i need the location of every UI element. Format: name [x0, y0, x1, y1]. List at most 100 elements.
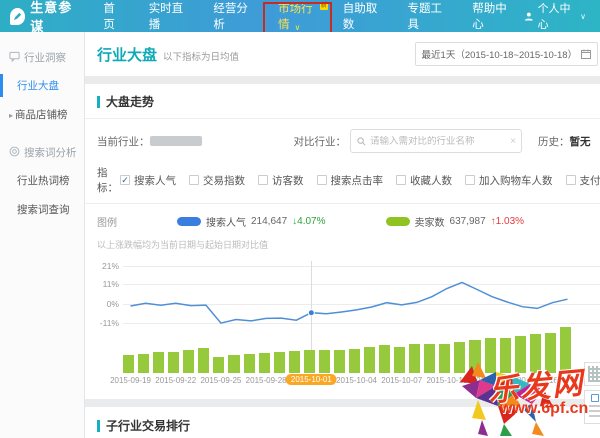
metric-checkbox-访客数[interactable]: 访客数	[258, 173, 304, 188]
legend-series-name: 卖家数	[415, 214, 445, 229]
bar	[244, 354, 255, 373]
feedback-icon	[591, 394, 599, 402]
bar	[198, 348, 209, 373]
user-center-menu[interactable]: 个人中心 ∨	[524, 0, 600, 32]
metric-label: 交易指数	[203, 173, 245, 188]
nav-item-5[interactable]: 自助取数	[330, 0, 395, 32]
trend-section: 大盘走势 当前行业： 对比行业： × 历史： 暂无	[85, 84, 600, 399]
top-navbar: 生意参谋 首页实时直播经营分析市场行情新∨自助取数专题工具帮助中心 个人中心 ∨	[0, 0, 600, 32]
selected-x-label[interactable]: 2015-10-01	[286, 374, 337, 385]
metrics-label: 指标：	[97, 165, 118, 195]
legend-series-value: 214,647	[251, 216, 287, 227]
search-icon	[357, 137, 366, 146]
metrics-row: 指标： ✓搜索人气 交易指数 访客数 搜索点击率收藏人数 加入购物车人数 支付金额较父类目…	[97, 165, 600, 195]
sidebar-item-行业大盘[interactable]: 行业大盘	[0, 71, 84, 100]
nav-menu: 首页实时直播经营分析市场行情新∨自助取数专题工具帮助中心	[90, 0, 524, 32]
search-popularity-line	[123, 257, 575, 333]
user-center-label: 个人中心	[538, 0, 577, 32]
bar	[379, 345, 390, 373]
chart-legend: 图例 搜索人气214,647↓4.07% 卖家数 637,987 ↑1.03%	[97, 214, 600, 229]
floating-qr-widget[interactable]	[584, 362, 600, 386]
metric-checkbox-搜索点击率[interactable]: 搜索点击率	[317, 173, 384, 188]
history-label: 历史：	[538, 134, 570, 149]
chart-note: 以上涨跌幅均为当前日期与起始日期对比值	[97, 238, 600, 251]
metric-label: 访客数	[272, 173, 304, 188]
metric-label: 搜索人气	[134, 173, 176, 188]
new-badge: 新	[320, 3, 328, 10]
legend-series-value: 637,987	[450, 216, 486, 227]
checkbox-icon	[396, 175, 406, 185]
trend-chart[interactable]: 21%11%0%-11%2015-09-192015-09-222015-09-…	[97, 257, 600, 391]
metric-checkbox-搜索人气[interactable]: ✓搜索人气	[120, 173, 176, 188]
chevron-down-icon: ∨	[295, 24, 301, 32]
bar	[259, 353, 270, 373]
legend-item-搜索人气: 搜索人气214,647↓4.07%	[177, 214, 326, 229]
bar	[228, 355, 239, 373]
nav-item-label: 实时直播	[149, 0, 188, 32]
expand-arrow-icon: ▸	[9, 111, 13, 120]
y-axis-tick: 21%	[97, 261, 119, 271]
bar	[183, 350, 194, 373]
x-axis-tick: 2015-10-04	[336, 376, 377, 385]
y-axis-tick: -11%	[97, 318, 119, 328]
bar	[409, 344, 420, 373]
legend-change-value: ↑1.03%	[491, 216, 524, 227]
sidebar-item-搜索词查询[interactable]: 搜索词查询	[0, 195, 84, 224]
bar	[530, 334, 541, 373]
date-range-picker[interactable]: 最近1天（2015-10-18~2015-10-18）	[415, 42, 599, 66]
bar	[500, 338, 511, 373]
bar	[153, 352, 164, 373]
sidebar-group-1: 行业洞察	[0, 44, 84, 71]
ranking-section-title: 子行业交易排行	[97, 417, 600, 434]
page-title: 行业大盘	[97, 44, 157, 65]
nav-item-label: 帮助中心	[472, 0, 511, 32]
ranking-section: 子行业交易排行 行业名称支付金额较父类目占比支付金额较上一周期支付件数较父类目占…	[85, 407, 600, 438]
metric-checkbox-支付金额较父类目占比[interactable]: 支付金额较父类目占比	[566, 173, 600, 188]
legend-item-卖家数: 卖家数 637,987 ↑1.03%	[386, 214, 525, 229]
sidebar-group-2: 搜索词分析	[0, 139, 84, 166]
logo-text: 生意参谋	[30, 0, 80, 35]
bar	[349, 349, 360, 373]
x-axis-tick: 2015-09-22	[155, 376, 196, 385]
clear-input-icon[interactable]: ×	[510, 136, 516, 147]
x-axis-labels: 2015-09-192015-09-222015-09-252015-09-28…	[123, 376, 600, 390]
app-logo[interactable]: 生意参谋	[0, 0, 90, 35]
trend-section-title: 大盘走势	[97, 93, 600, 110]
nav-item-3[interactable]: 经营分析	[200, 0, 265, 32]
sidebar-item-行业热词榜[interactable]: 行业热词榜	[0, 166, 84, 195]
checkbox-icon	[465, 175, 475, 185]
metric-label: 搜索点击率	[331, 173, 384, 188]
bar	[123, 355, 134, 373]
blurred-current-industry	[150, 136, 202, 146]
nav-item-7[interactable]: 帮助中心	[459, 0, 524, 32]
metric-label: 加入购物车人数	[479, 173, 553, 188]
nav-item-2[interactable]: 实时直播	[136, 0, 201, 32]
compare-industry-input[interactable]	[370, 136, 505, 147]
y-axis-tick: 0%	[97, 299, 119, 309]
page-subtitle: 以下指标为日均值	[163, 49, 239, 63]
metric-checkbox-收藏人数[interactable]: 收藏人数	[396, 173, 452, 188]
logo-pen-icon	[10, 8, 25, 25]
metric-label: 支付金额较父类目占比	[580, 173, 600, 188]
nav-item-label: 首页	[103, 0, 122, 32]
bar	[469, 340, 480, 373]
floating-feedback-widget[interactable]	[584, 390, 600, 424]
x-axis-tick: 2015-09-28	[246, 376, 287, 385]
bar	[515, 336, 526, 373]
bar	[334, 350, 345, 373]
nav-item-4[interactable]: 市场行情新∨	[265, 0, 330, 32]
x-axis-tick: 2015-09-19	[110, 376, 151, 385]
nav-item-6[interactable]: 专题工具	[395, 0, 460, 32]
page-header: 行业大盘 以下指标为日均值 最近1天（2015-10-18~2015-10-18…	[85, 32, 600, 76]
metric-checkbox-交易指数[interactable]: 交易指数	[189, 173, 245, 188]
checkbox-icon	[258, 175, 268, 185]
metric-checkbox-加入购物车人数[interactable]: 加入购物车人数	[465, 173, 553, 188]
bar	[364, 347, 375, 373]
legend-label: 图例	[97, 214, 117, 229]
nav-item-label: 经营分析	[213, 0, 252, 32]
x-axis-tick: 2015-10-10	[426, 376, 467, 385]
nav-item-1[interactable]: 首页	[90, 0, 135, 32]
x-axis-tick: 2015-10-13	[472, 376, 513, 385]
sidebar-item-label: 行业大盘	[17, 80, 59, 92]
sidebar-item-商品店铺榜[interactable]: ▸商品店铺榜	[0, 100, 84, 129]
